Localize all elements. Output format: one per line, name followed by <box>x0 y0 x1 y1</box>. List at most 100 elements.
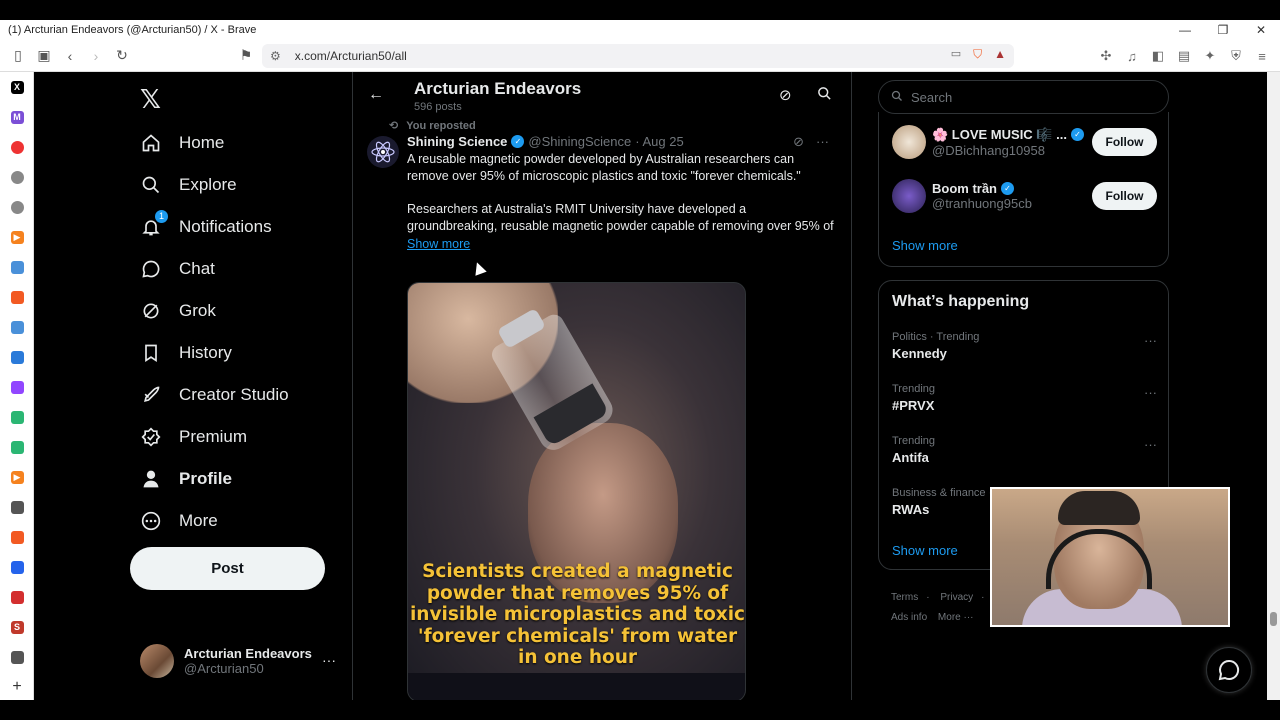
post-button[interactable]: Post <box>130 547 325 590</box>
globe-tab-icon[interactable] <box>0 162 34 192</box>
footer-terms[interactable]: Terms <box>891 592 918 603</box>
tweet-more-icon[interactable]: ··· <box>816 134 829 150</box>
back-icon[interactable]: ‹ <box>58 44 82 68</box>
brave-tab-icon-2[interactable] <box>0 522 34 552</box>
play-tab-icon[interactable]: ▶ <box>0 222 34 252</box>
cast-icon[interactable]: ▭ <box>951 47 961 62</box>
shield-tab-icon[interactable] <box>0 492 34 522</box>
trend-item[interactable]: Trending Antifa ··· <box>892 435 1157 465</box>
follow-suggestion[interactable]: 🌸 LOVE MUSIC 🎼 ... ✓ @DBichhang10958 Fol… <box>892 122 1157 162</box>
footer-ads-info[interactable]: Ads info <box>891 612 927 623</box>
brave-tab-icon[interactable] <box>0 282 34 312</box>
mail-tab-icon[interactable]: M <box>0 102 34 132</box>
add-tab-icon[interactable]: + <box>0 672 34 702</box>
suggestion-avatar[interactable] <box>892 125 926 159</box>
reload-icon[interactable]: ↻ <box>110 44 134 68</box>
app-tab-icon-2[interactable] <box>0 432 34 462</box>
calendar-tab-icon[interactable] <box>0 342 34 372</box>
nav-item-creator-studio[interactable]: Creator Studio <box>140 374 289 416</box>
s-tab-icon[interactable]: S <box>0 612 34 642</box>
vpn-icon[interactable]: ⛨ <box>1226 44 1246 68</box>
page-scrollbar[interactable] <box>1267 72 1280 700</box>
nav-label-explore: Explore <box>179 175 237 194</box>
x-logo-icon[interactable]: 𝕏 <box>140 84 161 115</box>
scrollbar-thumb[interactable] <box>1270 612 1277 626</box>
blue-tab-icon[interactable] <box>0 552 34 582</box>
restore-icon[interactable]: ❐ <box>1204 20 1242 40</box>
site-settings-icon[interactable]: ⚙ <box>270 49 281 63</box>
nav-item-more[interactable]: More <box>140 500 289 542</box>
grok-explain-icon[interactable]: ⊘ <box>793 134 804 150</box>
nav-item-profile[interactable]: Profile <box>140 458 289 500</box>
tabs-icon[interactable]: ▣ <box>32 44 56 68</box>
nav-item-chat[interactable]: Chat <box>140 248 289 290</box>
nav-item-home[interactable]: Home <box>140 122 289 164</box>
close-icon[interactable]: ✕ <box>1242 20 1280 40</box>
minimize-icon[interactable]: — <box>1166 20 1204 40</box>
who-to-follow-show-more[interactable]: Show more <box>892 238 958 253</box>
trend-context: Trending <box>892 383 936 395</box>
tweet-image[interactable]: Scientists created a magnetic powder tha… <box>407 282 746 700</box>
trend-item[interactable]: Politics · Trending Kennedy ··· <box>892 331 1157 361</box>
wallet-icon[interactable]: ▤ <box>1174 44 1194 68</box>
follow-button[interactable]: Follow <box>1092 182 1157 210</box>
trend-context: Politics · Trending <box>892 331 980 343</box>
shield-tab-icon-2[interactable] <box>0 642 34 672</box>
nav-item-grok[interactable]: Grok <box>140 290 289 332</box>
tool-tab-icon-2[interactable] <box>0 312 34 342</box>
trend-more-icon[interactable]: ··· <box>1144 333 1157 348</box>
globe-tab-icon-2[interactable] <box>0 192 34 222</box>
extensions-icon[interactable]: ✣ <box>1096 44 1116 68</box>
nav-item-premium[interactable]: Premium <box>140 416 289 458</box>
play-tab-icon-2[interactable]: ▶ <box>0 462 34 492</box>
leo-icon[interactable]: ✦ <box>1200 44 1220 68</box>
maple-tab-icon[interactable] <box>0 582 34 612</box>
footer-privacy[interactable]: Privacy <box>940 592 973 603</box>
red-tab-icon[interactable] <box>0 132 34 162</box>
search-input[interactable]: Search <box>878 80 1169 114</box>
nav-item-explore[interactable]: Explore <box>140 164 289 206</box>
trend-more-icon[interactable]: ··· <box>1144 385 1157 400</box>
follow-suggestion[interactable]: Boom trần ✓ @tranhuong95cb Follow <box>892 176 1157 216</box>
suggestion-avatar[interactable] <box>892 179 926 213</box>
tweet-date[interactable]: · Aug 25 <box>635 134 683 149</box>
verified-badge-icon: ✓ <box>1070 128 1084 141</box>
music-icon[interactable]: ♫ <box>1122 44 1142 68</box>
account-switcher[interactable]: Arcturian Endeavors @Arcturian50 ··· <box>140 644 336 678</box>
brave-rewards-icon[interactable]: ▲ <box>994 47 1006 62</box>
bookmark-icon[interactable]: ⚑ <box>234 44 258 68</box>
nav-item-history[interactable]: History <box>140 332 289 374</box>
tweet-text: A reusable magnetic powder developed by … <box>407 151 837 235</box>
forward-icon[interactable]: › <box>84 44 108 68</box>
app-tab-icon[interactable] <box>0 402 34 432</box>
main-column: ← Arcturian Endeavors 596 posts ⊘ ⟲ You … <box>352 72 852 700</box>
back-arrow-icon[interactable]: ← <box>368 86 384 104</box>
tweet-author-handle[interactable]: @ShiningScience <box>528 134 631 149</box>
x-tab-icon[interactable]: X <box>0 72 34 102</box>
post-count: 596 posts <box>414 101 462 113</box>
sidebar-icon[interactable]: ◧ <box>1148 44 1168 68</box>
who-to-follow: 🌸 LOVE MUSIC 🎼 ... ✓ @DBichhang10958 Fol… <box>878 112 1169 267</box>
chat-fab-icon[interactable] <box>1206 647 1252 693</box>
address-bar[interactable]: ⚙ x.com/Arcturian50/all ▭ ⛉ ▲ <box>262 44 1014 68</box>
twitch-tab-icon[interactable] <box>0 372 34 402</box>
sidebar-toggle-icon[interactable]: ▯ <box>6 44 30 68</box>
grok-icon-header[interactable]: ⊘ <box>779 86 792 104</box>
trend-more-icon[interactable]: ··· <box>1144 437 1157 452</box>
tweet-author-avatar[interactable] <box>367 136 399 168</box>
verified-badge-icon: ✓ <box>1001 182 1014 195</box>
show-more-link[interactable]: Show more <box>407 237 470 251</box>
trend-item[interactable]: Trending #PRVX ··· <box>892 383 1157 413</box>
follow-button[interactable]: Follow <box>1092 128 1157 156</box>
whats-happening-show-more[interactable]: Show more <box>892 543 958 558</box>
tool-tab-icon[interactable] <box>0 252 34 282</box>
brave-shield-icon[interactable]: ⛉ <box>973 47 982 62</box>
search-icon-header[interactable] <box>817 86 832 105</box>
menu-icon[interactable]: ≡ <box>1252 44 1272 68</box>
url-text[interactable]: x.com/Arcturian50/all <box>295 49 407 63</box>
nav-item-notifications[interactable]: 1 Notifications <box>140 206 289 248</box>
footer-more[interactable]: More ··· <box>938 612 974 623</box>
account-more-icon[interactable]: ··· <box>322 652 336 668</box>
tweet-author-name[interactable]: Shining Science <box>407 134 507 149</box>
window-title: (1) Arcturian Endeavors (@Arcturian50) /… <box>8 24 257 36</box>
